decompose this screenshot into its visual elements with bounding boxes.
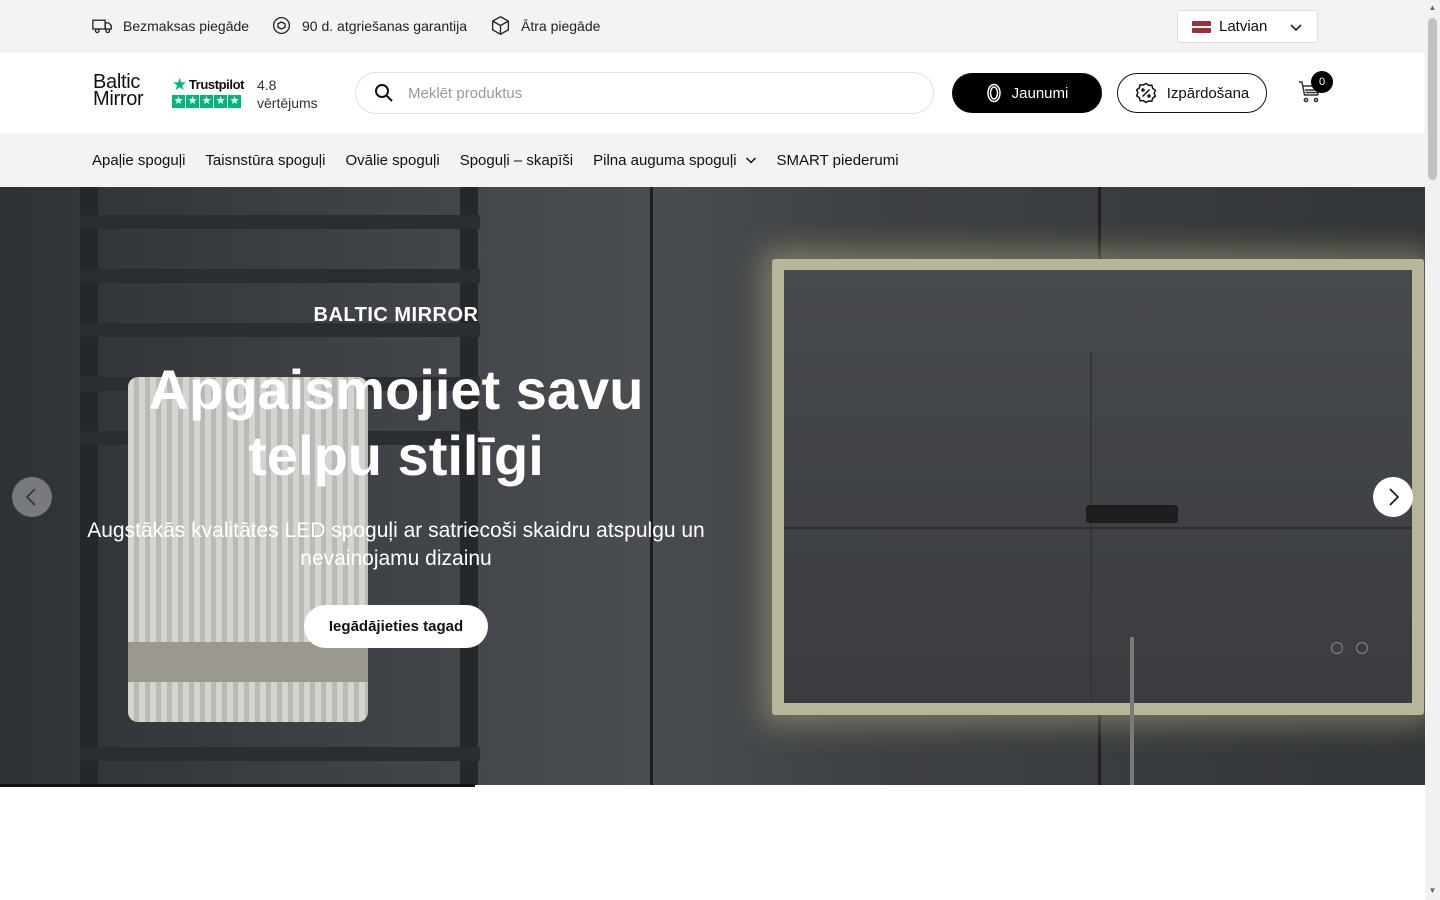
star-icon: ★ [214, 95, 227, 108]
star-icon: ★ [200, 95, 213, 108]
nav-item-label: Pilna auguma spoguļi [593, 151, 737, 169]
hero-copy: BALTIC MIRROR Apgaismojiet savu telpu st… [66, 187, 726, 648]
trustpilot-logo: ★ Trustpilot [172, 74, 245, 94]
perk-label: Bezmaksas piegāde [123, 17, 250, 34]
hero-subtext: Augstākās kvalitātes LED spoguļi ar satr… [87, 519, 705, 570]
perk-fast-delivery: Ātra piegāde [490, 15, 600, 36]
chevron-left-icon [25, 488, 36, 506]
baltic-mirror-logo[interactable]: Baltic Mirror [93, 72, 144, 110]
oval-mirror-icon [986, 83, 1001, 103]
rating-label: vērtējums [257, 95, 318, 111]
rating-summary: 4.8 vērtējums [257, 76, 318, 112]
scrollbar-thumb[interactable] [1428, 18, 1437, 180]
hero-banner: BALTIC MIRROR Apgaismojiet savu telpu st… [0, 187, 1425, 785]
rating-value: 4.8 [257, 77, 277, 93]
top-info-bar: Bezmaksas piegāde 90 d. atgriešanas gara… [0, 0, 1425, 53]
hero-eyebrow: BALTIC MIRROR [313, 304, 479, 326]
search-input[interactable] [408, 84, 888, 102]
sale-label: Izpārdošana [1166, 84, 1250, 102]
perk-label: 90 d. atgriešanas garantija [302, 17, 467, 34]
language-selector[interactable]: Latvian [1177, 10, 1318, 43]
carousel-prev-button[interactable] [12, 477, 52, 517]
headline-line-2: telpu stilīgi [248, 424, 544, 487]
carousel-progress-bar [0, 784, 475, 787]
rating-stars: ★ ★ ★ ★ ★ [172, 95, 244, 108]
new-arrivals-label: Jaunumi [1011, 84, 1069, 102]
logo-line-2: Mirror [93, 88, 144, 110]
nav-item-smart-accessories[interactable]: SMART piederumi [777, 152, 899, 169]
site-header: Baltic Mirror ★ Trustpilot ★ ★ ★ ★ ★ 4.8 vēr… [0, 53, 1425, 133]
search-icon[interactable] [374, 83, 394, 103]
box-icon [491, 15, 510, 36]
category-nav: Apaļie spoguļi Taisnstūra spoguļi Ovālie… [0, 133, 1425, 187]
sale-button[interactable]: Izpārdošana [1117, 73, 1267, 113]
perk-return-guarantee: 90 d. atgriešanas garantija [271, 15, 467, 36]
carousel-next-button[interactable] [1373, 477, 1413, 517]
shop-now-button[interactable]: Iegādājieties tagad [303, 605, 489, 648]
search-bar[interactable] [355, 72, 934, 114]
nav-item-mirror-cabinets[interactable]: Spoguļi – skapīši [460, 152, 573, 169]
nav-item-oval-mirrors[interactable]: Ovālie spoguļi [345, 152, 439, 169]
nav-item-rectangular-mirrors[interactable]: Taisnstūra spoguļi [205, 152, 325, 169]
discount-badge-icon [1135, 82, 1156, 104]
perk-label: Ātra piegāde [521, 17, 601, 34]
scroll-up-arrow-icon[interactable]: ▲ [1428, 3, 1437, 12]
star-icon: ★ [172, 95, 185, 108]
new-arrivals-button[interactable]: Jaunumi [952, 73, 1102, 113]
truck-icon [92, 19, 112, 34]
trustpilot-star-icon: ★ [172, 74, 187, 94]
chevron-down-icon [1290, 23, 1302, 31]
hero-headline: Apgaismojiet savu telpu stilīgi [66, 357, 726, 489]
headline-line-1: Apgaismojiet savu [148, 358, 644, 421]
chevron-down-icon [745, 157, 756, 164]
nav-item-round-mirrors[interactable]: Apaļie spoguļi [92, 152, 185, 169]
cart-count-badge: 0 [1311, 71, 1333, 93]
language-label: Latvian [1219, 18, 1268, 35]
perk-free-delivery: Bezmaksas piegāde [92, 15, 249, 36]
chevron-right-icon [1389, 488, 1400, 506]
star-icon: ★ [228, 95, 241, 108]
trustpilot-label: Trustpilot [188, 77, 245, 92]
return-guarantee-icon [272, 16, 291, 35]
scroll-down-arrow-icon[interactable]: ▼ [1428, 886, 1437, 895]
star-icon: ★ [186, 95, 199, 108]
nav-item-full-length-mirrors[interactable]: Pilna auguma spoguļi [593, 152, 756, 169]
latvia-flag-icon [1192, 20, 1211, 33]
trustpilot-badge[interactable]: ★ Trustpilot ★ ★ ★ ★ ★ [172, 74, 245, 108]
